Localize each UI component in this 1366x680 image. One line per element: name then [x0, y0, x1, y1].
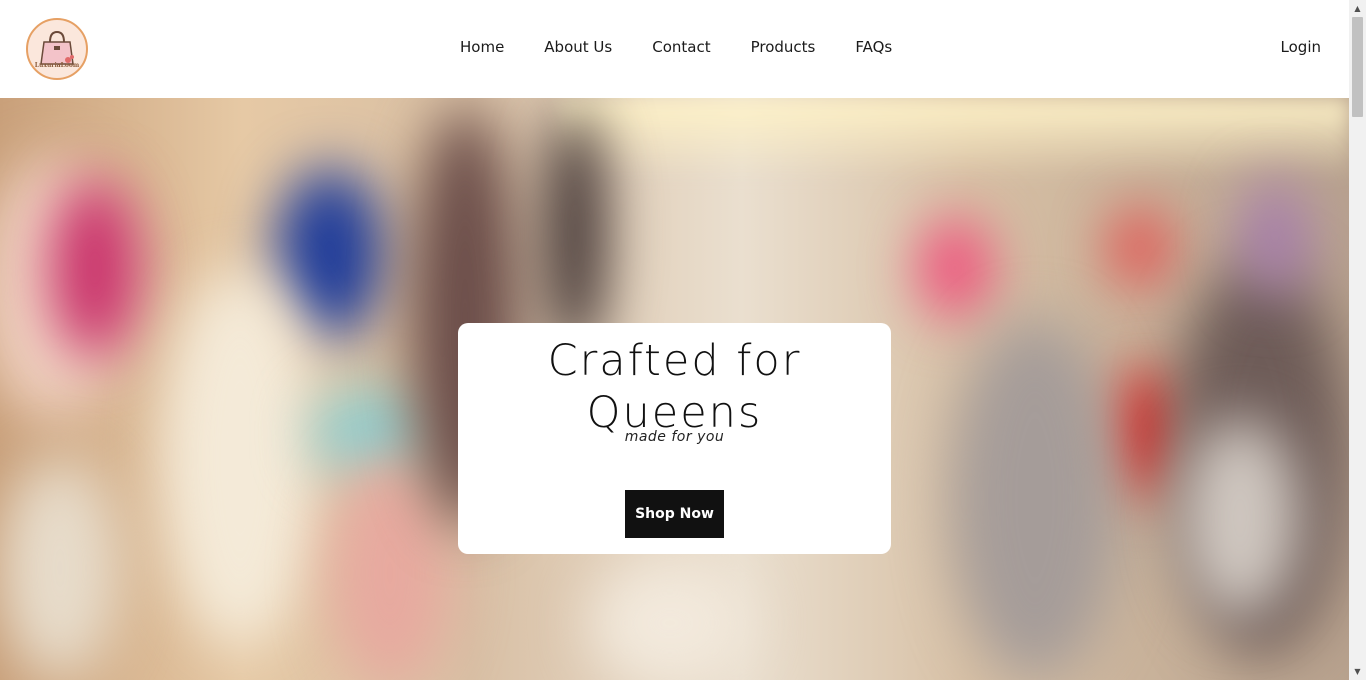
hero-card: Crafted for Queens made for you Shop Now — [458, 323, 891, 554]
scroll-down-arrow-icon[interactable]: ▼ — [1349, 663, 1366, 680]
brand-logo-text: LuxuriaLoom — [34, 62, 80, 69]
site-header: LuxuriaLoom Home About Us Contact Produc… — [0, 0, 1349, 98]
vertical-scrollbar[interactable]: ▲ ▼ — [1349, 0, 1366, 680]
brand-logo[interactable]: LuxuriaLoom — [26, 18, 88, 80]
hero-title: Crafted for Queens — [547, 336, 802, 438]
login-link[interactable]: Login — [1281, 37, 1321, 57]
page: LuxuriaLoom Home About Us Contact Produc… — [0, 0, 1349, 680]
nav-item-products[interactable]: Products — [751, 37, 816, 57]
scroll-up-arrow-icon[interactable]: ▲ — [1349, 0, 1366, 17]
nav-item-faqs[interactable]: FAQs — [855, 37, 892, 57]
hero-section: Crafted for Queens made for you Shop Now — [0, 98, 1349, 680]
hero-subtitle: made for you — [624, 429, 725, 445]
shop-now-button[interactable]: Shop Now — [625, 490, 724, 538]
main-nav: Home About Us Contact Products FAQs — [460, 37, 892, 57]
handbag-icon — [40, 30, 74, 65]
nav-item-contact[interactable]: Contact — [652, 37, 710, 57]
scrollbar-thumb[interactable] — [1352, 17, 1363, 117]
nav-item-about-us[interactable]: About Us — [544, 37, 612, 57]
nav-item-home[interactable]: Home — [460, 37, 504, 57]
